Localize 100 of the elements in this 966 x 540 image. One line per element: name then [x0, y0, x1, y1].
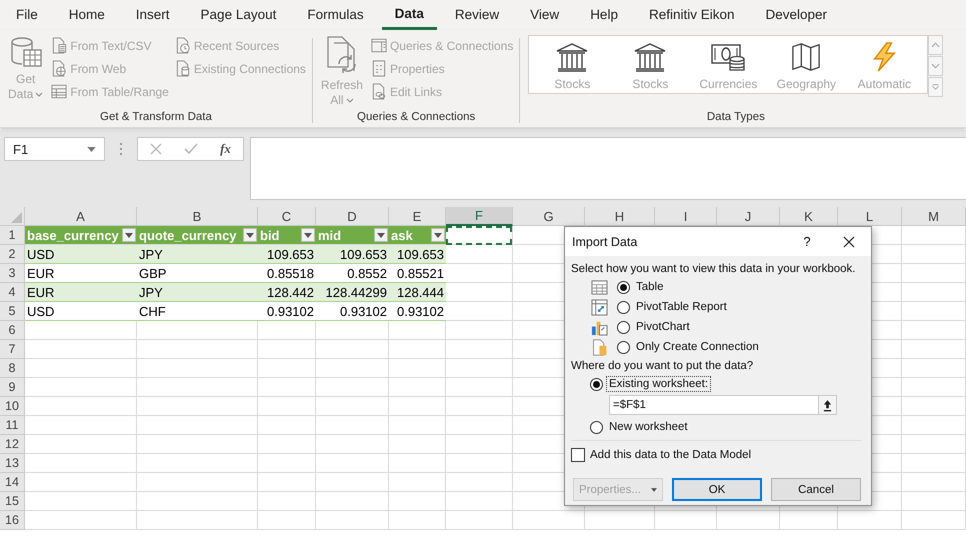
- column-header[interactable]: M: [902, 207, 966, 226]
- name-box[interactable]: F1: [4, 137, 105, 161]
- ribbon-tab[interactable]: Review: [442, 0, 512, 30]
- row-header[interactable]: 4: [0, 283, 25, 302]
- option-label[interactable]: PivotChart: [634, 320, 692, 334]
- row-header[interactable]: 15: [0, 492, 25, 511]
- row-header[interactable]: 14: [0, 473, 25, 492]
- table-cell: 0.93102: [389, 302, 446, 321]
- ribbon-tab[interactable]: File: [3, 0, 51, 30]
- ribbon-tab[interactable]: Insert: [122, 0, 183, 30]
- scroll-button[interactable]: [928, 77, 944, 97]
- table-cell: 109.653: [258, 245, 316, 264]
- scroll-button[interactable]: [928, 56, 944, 76]
- chevron-up-icon: [931, 42, 940, 48]
- row-header[interactable]: 5: [0, 302, 25, 321]
- ribbon-tab[interactable]: View: [517, 0, 572, 30]
- option-label[interactable]: Table: [634, 280, 666, 294]
- select-all-icon: [11, 212, 22, 223]
- help-button[interactable]: ?: [787, 234, 827, 249]
- pivot-table-icon: [591, 298, 608, 316]
- radio-button[interactable]: [590, 420, 603, 434]
- ribbon-tab[interactable]: Refinitiv Eikon: [636, 0, 748, 30]
- row-header[interactable]: 6: [0, 321, 25, 340]
- dropdown-arrow-icon: [246, 232, 254, 238]
- group-label: Queries & Connections: [356, 111, 476, 125]
- radio-button[interactable]: [617, 280, 630, 294]
- ribbon-tab[interactable]: Home: [56, 0, 118, 30]
- column-header[interactable]: D: [316, 207, 389, 226]
- radio-button[interactable]: [590, 378, 603, 390]
- column-header[interactable]: K: [780, 207, 838, 226]
- column-label: ask: [391, 228, 413, 242]
- table-cell: 128.44299: [316, 283, 389, 302]
- list-icon: [370, 60, 387, 77]
- ribbon-tab[interactable]: Help: [577, 0, 631, 30]
- group-label: Get & Transform Data: [99, 111, 213, 125]
- radio-button[interactable]: [617, 300, 630, 314]
- insert-function-button[interactable]: fx: [214, 140, 236, 158]
- row-header[interactable]: 11: [0, 416, 25, 435]
- chevron-down-icon: [931, 63, 940, 69]
- filter-button[interactable]: [301, 228, 315, 242]
- text-file-icon: [51, 37, 68, 54]
- column-header[interactable]: F: [446, 207, 513, 226]
- option-label[interactable]: New worksheet: [607, 420, 690, 434]
- column-header[interactable]: G: [513, 207, 585, 226]
- ribbon-tab[interactable]: Formulas: [294, 0, 377, 30]
- table-cell: 109.653: [389, 245, 446, 264]
- option-label[interactable]: Existing worksheet:: [607, 377, 710, 391]
- filter-button[interactable]: [431, 228, 445, 242]
- collapse-button[interactable]: [819, 395, 837, 415]
- column-header[interactable]: C: [258, 207, 316, 226]
- checkbox-label[interactable]: Add this data to the Data Model: [588, 448, 754, 462]
- table-cell: 128.444: [389, 283, 446, 302]
- column-header[interactable]: L: [838, 207, 902, 226]
- table-cell: JPY: [137, 283, 258, 302]
- column-header[interactable]: B: [137, 207, 258, 226]
- column-header[interactable]: H: [585, 207, 655, 226]
- instruction-text: Where do you want to put the data?: [571, 360, 754, 372]
- dialog-button[interactable]: OK: [672, 478, 762, 501]
- range-field[interactable]: =$F$1: [609, 395, 819, 415]
- row-header[interactable]: 1: [0, 226, 25, 245]
- row-header[interactable]: 16: [0, 511, 25, 530]
- option-label[interactable]: Only Create Connection: [634, 340, 761, 354]
- table-cell: USD: [25, 245, 137, 264]
- row-header[interactable]: 7: [0, 340, 25, 359]
- filter-button[interactable]: [122, 228, 136, 242]
- filter-button[interactable]: [374, 228, 388, 242]
- column-header[interactable]: I: [655, 207, 717, 226]
- close-icon: [843, 236, 855, 248]
- dropdown-arrow-icon: [377, 232, 385, 238]
- filter-button[interactable]: [243, 228, 257, 242]
- dialog-title: Import Data: [572, 234, 638, 248]
- cross-icon: [150, 143, 162, 155]
- row-header[interactable]: 10: [0, 397, 25, 416]
- link-file-icon: [370, 83, 387, 100]
- file-icon: [591, 338, 608, 356]
- radio-button[interactable]: [617, 320, 630, 334]
- column-header[interactable]: E: [389, 207, 446, 226]
- table-cell: 128.442: [258, 283, 316, 302]
- radio-button[interactable]: [617, 340, 630, 354]
- dialog-button[interactable]: Cancel: [771, 478, 861, 501]
- clock-file-icon: [174, 37, 191, 54]
- row-header[interactable]: 3: [0, 264, 25, 283]
- row-header[interactable]: 9: [0, 378, 25, 397]
- row-header[interactable]: 8: [0, 359, 25, 378]
- row-header[interactable]: 13: [0, 454, 25, 473]
- column-label: bid: [260, 228, 280, 242]
- checkbox[interactable]: [571, 448, 585, 462]
- column-header[interactable]: J: [717, 207, 780, 226]
- formula-input[interactable]: [250, 137, 966, 200]
- dropdown-arrow-icon: [125, 232, 133, 238]
- instruction-text: Select how you want to view this data in your workbook.: [571, 263, 856, 275]
- ribbon-tab[interactable]: Page Layout: [188, 0, 290, 30]
- option-label[interactable]: PivotTable Report: [634, 300, 729, 314]
- table-cell: 109.653: [316, 245, 389, 264]
- group-label: Data Types: [706, 111, 766, 125]
- row-header[interactable]: 2: [0, 245, 25, 264]
- column-header[interactable]: A: [25, 207, 137, 226]
- row-header[interactable]: 12: [0, 435, 25, 454]
- ribbon-tab[interactable]: Developer: [752, 0, 840, 30]
- scroll-button[interactable]: [928, 35, 944, 55]
